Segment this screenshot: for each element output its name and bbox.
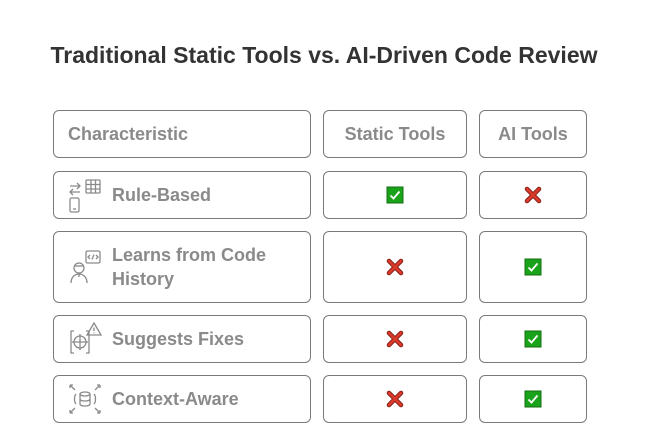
check-icon bbox=[524, 330, 542, 348]
header-static-tools-label: Static Tools bbox=[344, 123, 446, 144]
row-rule-based-characteristic: Rule-Based bbox=[53, 171, 311, 219]
row-label: Context-Aware bbox=[112, 389, 239, 409]
row-rule-based-ai bbox=[479, 171, 587, 219]
row-learns-ai bbox=[479, 231, 587, 303]
cross-icon bbox=[386, 390, 404, 408]
row-label: Rule-Based bbox=[112, 185, 212, 205]
header-ai-tools-label: AI Tools bbox=[498, 123, 568, 144]
row-learns-static bbox=[323, 231, 467, 303]
cross-icon bbox=[386, 330, 404, 348]
row-context-aware-ai bbox=[479, 375, 587, 423]
header-ai-tools: AI Tools bbox=[479, 110, 587, 158]
row-suggests-fixes-static bbox=[323, 315, 467, 363]
row-context-aware-characteristic: Context-Aware bbox=[53, 375, 311, 423]
row-context-aware-static bbox=[323, 375, 467, 423]
cross-icon bbox=[524, 186, 542, 204]
suggest-fix-icon bbox=[64, 319, 106, 359]
learning-icon bbox=[64, 247, 106, 287]
row-label: Suggests Fixes bbox=[112, 329, 245, 349]
header-characteristic: Characteristic bbox=[53, 110, 311, 158]
row-label: Learns from Code History bbox=[112, 245, 267, 289]
check-icon bbox=[386, 186, 404, 204]
row-learns-characteristic: Learns from Code History bbox=[53, 231, 311, 303]
cross-icon bbox=[386, 258, 404, 276]
header-static-tools: Static Tools bbox=[323, 110, 467, 158]
row-suggests-fixes-characteristic: Suggests Fixes bbox=[53, 315, 311, 363]
check-icon bbox=[524, 258, 542, 276]
page-title: Traditional Static Tools vs. AI-Driven C… bbox=[50, 42, 598, 68]
context-aware-icon bbox=[64, 379, 106, 419]
rule-based-icon bbox=[64, 175, 106, 215]
row-suggests-fixes-ai bbox=[479, 315, 587, 363]
row-rule-based-static bbox=[323, 171, 467, 219]
check-icon bbox=[524, 390, 542, 408]
header-characteristic-label: Characteristic bbox=[68, 123, 189, 144]
